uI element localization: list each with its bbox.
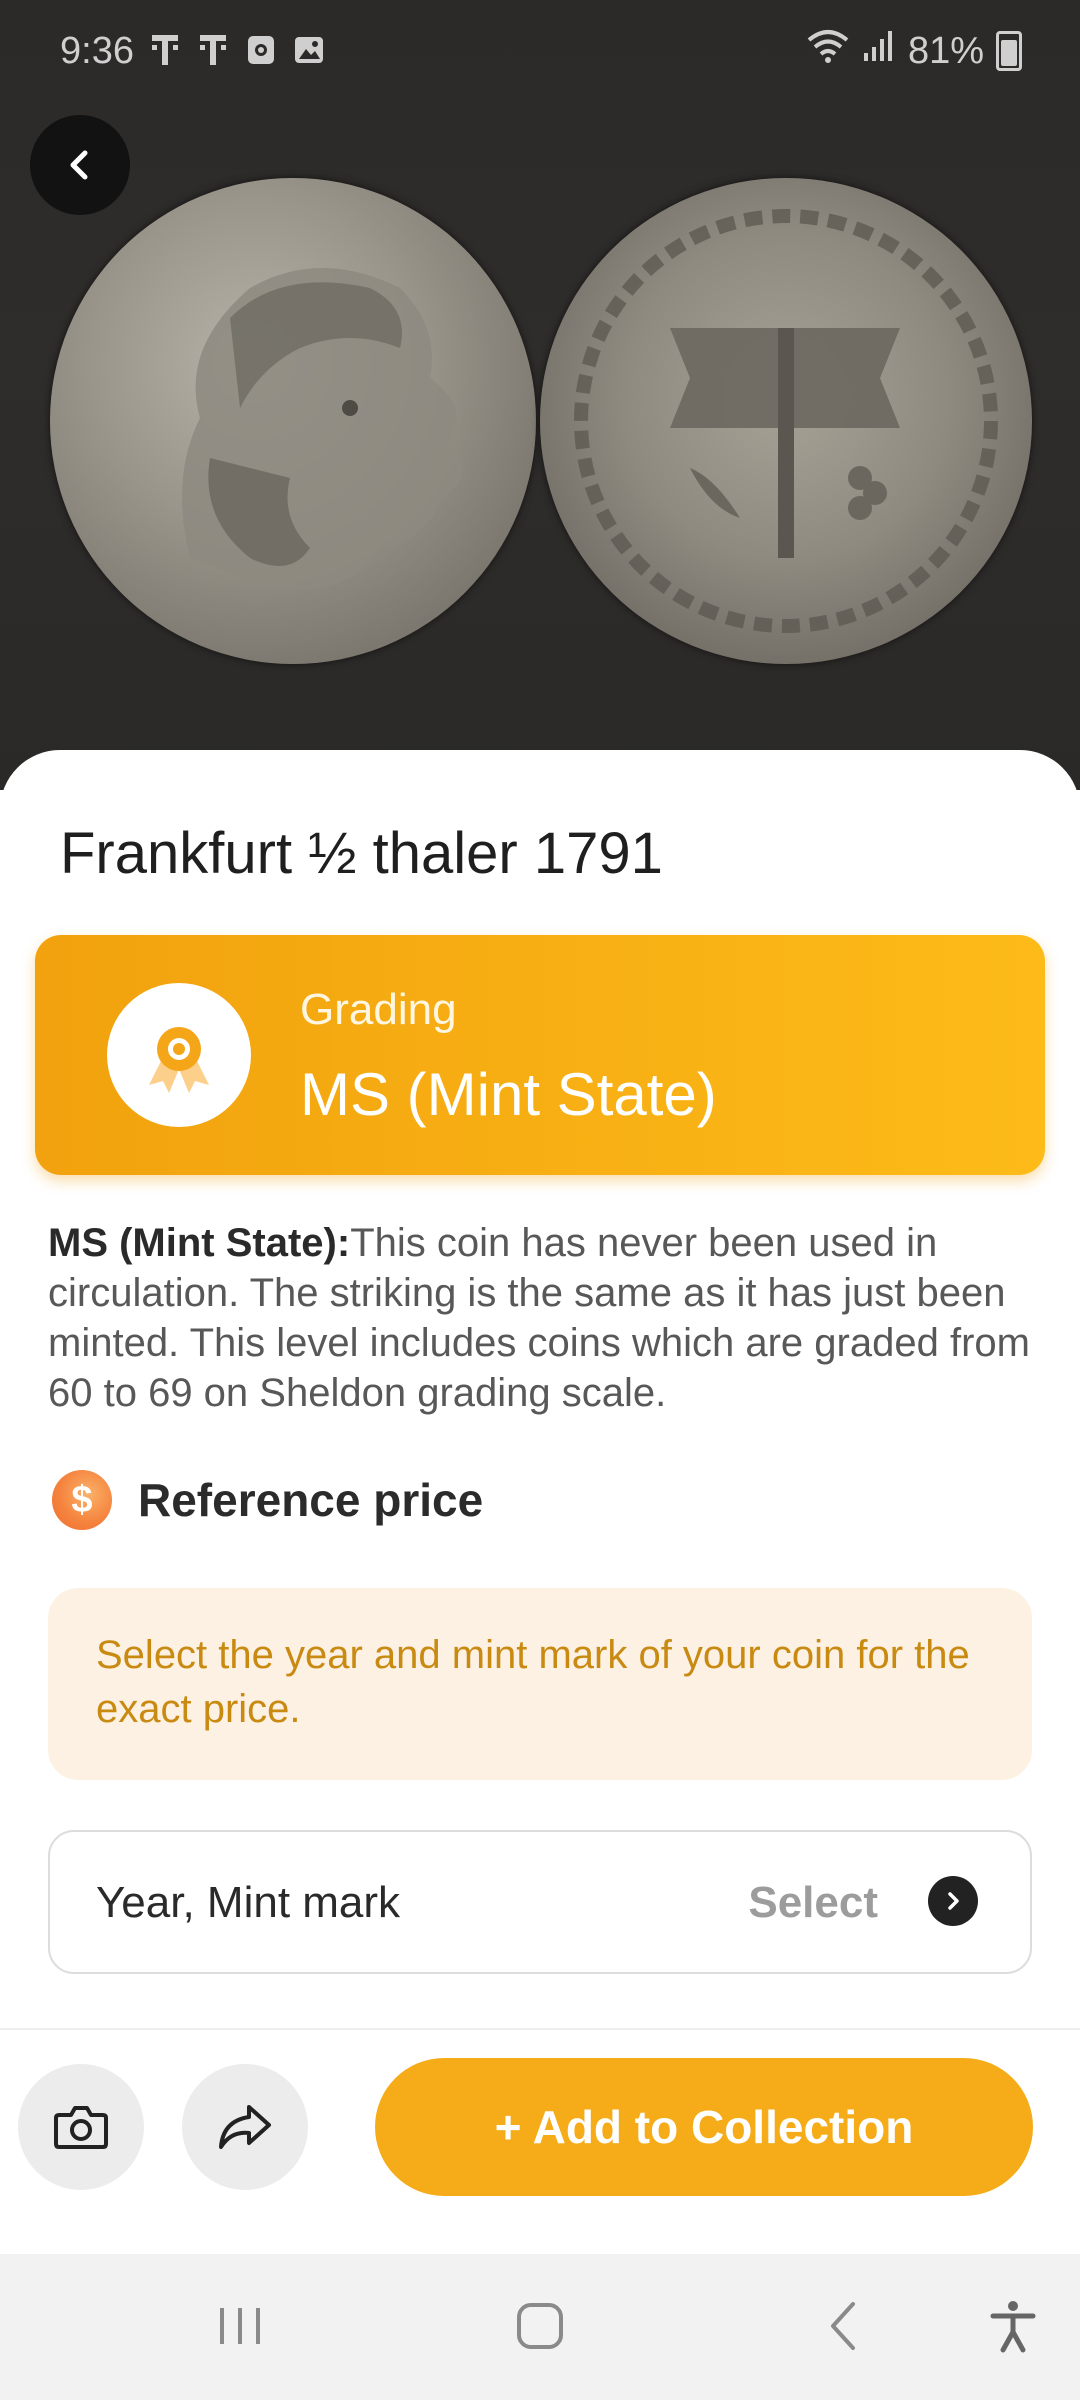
back-icon[interactable]: [815, 2296, 875, 2356]
home-icon[interactable]: [510, 2296, 570, 2356]
award-icon: [149, 1027, 209, 1093]
divider: [0, 2028, 1080, 2030]
grading-value: MS (Mint State): [300, 1061, 717, 1128]
grade-description-term: MS (Mint State):: [48, 1221, 351, 1265]
year-mint-select-action[interactable]: Select: [748, 1878, 878, 1928]
system-nav-bar: [0, 2254, 1080, 2400]
status-time: 9:36: [60, 30, 134, 72]
status-bar: 9:36 81%: [0, 0, 1080, 100]
tmobile-icon: [148, 32, 182, 68]
coin-photo-area: 9:36 81%: [0, 0, 1080, 790]
grading-card[interactable]: Grading MS (Mint State): [35, 935, 1045, 1175]
price-notice: Select the year and mint mark of your co…: [48, 1588, 1032, 1780]
notification-icon: [244, 32, 278, 68]
add-to-collection-button[interactable]: + Add to Collection: [375, 2058, 1033, 2196]
accessibility-icon[interactable]: [983, 2296, 1043, 2356]
year-mint-label: Year, Mint mark: [96, 1878, 401, 1927]
coin-reverse-image[interactable]: [540, 178, 1032, 664]
recent-apps-icon[interactable]: [210, 2296, 270, 2356]
camera-icon: [54, 2106, 108, 2149]
coin-title: Frankfurt ½ thaler 1791: [60, 821, 663, 886]
share-button[interactable]: [182, 2064, 308, 2190]
year-mint-selector[interactable]: Year, Mint mark Select: [48, 1830, 1032, 1974]
grade-description: MS (Mint State):This coin has never been…: [48, 1218, 1038, 1418]
share-icon: [219, 2105, 271, 2149]
price-notice-text: Select the year and mint mark of your co…: [96, 1633, 970, 1731]
battery-icon: [996, 31, 1022, 71]
signal-icon: [862, 29, 896, 73]
coin-obverse-image[interactable]: [50, 178, 536, 664]
tmobile-icon: [196, 32, 230, 68]
wifi-icon: [806, 28, 850, 74]
camera-button[interactable]: [18, 2064, 144, 2190]
dollar-icon: $: [52, 1470, 112, 1530]
chevron-right-icon[interactable]: [928, 1876, 978, 1926]
grading-label: Grading: [300, 985, 457, 1034]
reference-price-header: $ Reference price: [52, 1470, 483, 1530]
reference-price-title: Reference price: [138, 1474, 484, 1526]
gallery-icon: [292, 32, 326, 68]
battery-level: 81%: [907, 29, 984, 72]
